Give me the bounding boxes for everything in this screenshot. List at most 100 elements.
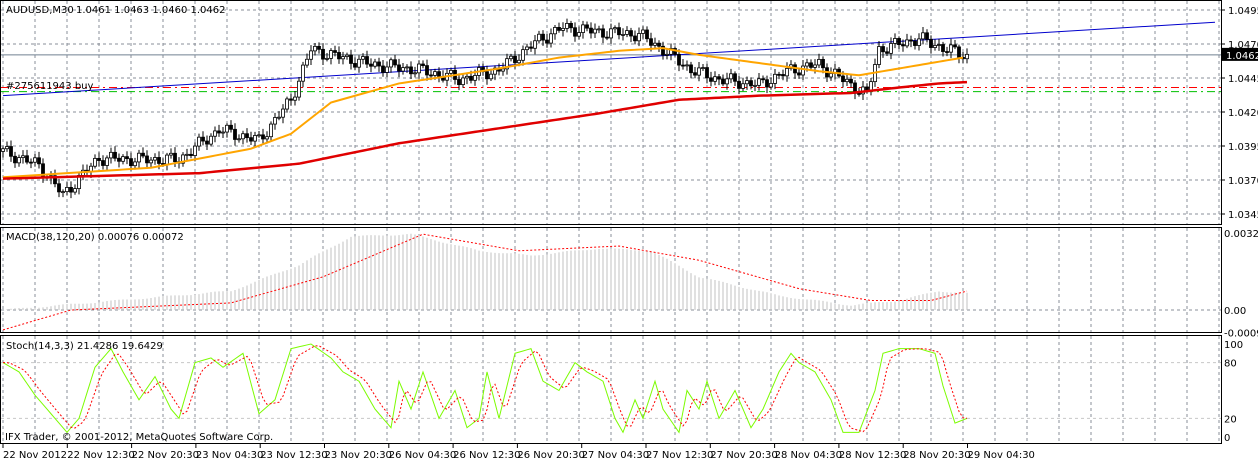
- bid-price-label: 1.0462: [1226, 51, 1258, 62]
- time-tick-label: 28 Nov 20:30: [903, 450, 970, 461]
- candle-body: [393, 59, 397, 66]
- candle-body: [601, 28, 605, 38]
- candle-body: [921, 32, 925, 40]
- stoch-tick-label: 100: [1224, 340, 1243, 351]
- candle-body: [721, 78, 725, 85]
- candle-body: [237, 138, 241, 141]
- candle-body: [293, 96, 297, 101]
- candle-body: [265, 136, 269, 140]
- candle-body: [169, 152, 173, 156]
- candle-body: [885, 51, 889, 54]
- candle-body: [605, 36, 609, 39]
- candle-body: [429, 74, 433, 77]
- candle-body: [145, 155, 149, 164]
- candle-body: [173, 152, 177, 163]
- candle-body: [745, 80, 749, 85]
- price-tick-label: 1.0345: [1228, 210, 1258, 221]
- ohlc-readout: 1.0461 1.0463 1.0460 1.0462: [76, 5, 226, 16]
- candle-body: [893, 38, 897, 44]
- candle-body: [421, 63, 425, 66]
- stochastic-panel[interactable]: [2, 343, 968, 434]
- candle-body: [597, 28, 601, 31]
- candle-body: [137, 152, 141, 163]
- candle-body: [805, 62, 809, 67]
- candle-body: [797, 72, 801, 76]
- time-tick-label: 22 Nov 12:30: [67, 450, 134, 461]
- candle-body: [149, 159, 153, 164]
- candle-body: [21, 155, 25, 158]
- candle-body: [25, 155, 29, 163]
- candle-body: [317, 45, 321, 50]
- candle-body: [593, 28, 597, 34]
- candle-body: [729, 73, 733, 80]
- macd-panel[interactable]: [2, 233, 968, 331]
- candle-body: [409, 66, 413, 75]
- candle-body: [353, 63, 357, 68]
- price-tick-label: 1.0370: [1228, 176, 1258, 187]
- candle-body: [73, 188, 77, 193]
- axes: 1.04951.04701.04451.04201.03951.03701.03…: [2, 6, 1258, 461]
- candle-body: [565, 22, 569, 29]
- candle-body: [725, 78, 729, 85]
- candle-body: [869, 81, 873, 91]
- candle-body: [425, 65, 429, 76]
- candle-body: [649, 38, 653, 46]
- candle-body: [389, 59, 393, 68]
- candle-body: [233, 128, 237, 140]
- candle-body: [585, 24, 589, 29]
- candle-body: [241, 133, 245, 140]
- candle-body: [609, 28, 613, 39]
- candle-body: [849, 78, 853, 84]
- candle-body: [273, 117, 277, 125]
- candle-body: [949, 44, 953, 53]
- candle-body: [93, 157, 97, 167]
- candle-body: [629, 30, 633, 37]
- candle-body: [329, 50, 333, 59]
- candle-body: [785, 67, 789, 77]
- candle-body: [529, 46, 533, 49]
- candle-body: [433, 71, 437, 76]
- time-tick-label: 26 Nov 20:30: [517, 450, 584, 461]
- candle-body: [545, 39, 549, 44]
- candle-body: [17, 157, 21, 164]
- candle-body: [349, 54, 353, 64]
- candle-body: [113, 151, 117, 159]
- candle-body: [337, 52, 341, 60]
- candle-body: [133, 161, 137, 167]
- price-tick-label: 1.0395: [1228, 142, 1258, 153]
- candle-body: [205, 140, 209, 145]
- candle-body: [781, 74, 785, 77]
- time-tick-label: 26 Nov 12:30: [453, 450, 520, 461]
- candle-body: [865, 86, 869, 91]
- candle-body: [877, 46, 881, 65]
- candle-body: [633, 35, 637, 42]
- candle-body: [533, 40, 537, 49]
- candle-body: [157, 157, 161, 164]
- candle-body: [253, 135, 257, 142]
- candle-body: [189, 153, 193, 156]
- stoch-tick-label: 80: [1224, 359, 1237, 370]
- candle-body: [125, 156, 129, 160]
- candle-body: [225, 124, 229, 133]
- candle-body: [165, 154, 169, 165]
- stoch-tick-label: 0: [1224, 433, 1230, 444]
- candle-body: [385, 66, 389, 73]
- stoch-main-line: [2, 343, 968, 434]
- candle-body: [821, 59, 825, 69]
- candle-body: [101, 160, 105, 166]
- candle-body: [653, 42, 657, 46]
- candle-body: [257, 134, 261, 137]
- candle-body: [549, 33, 553, 44]
- candle-body: [737, 80, 741, 89]
- candle-body: [29, 161, 33, 164]
- candle-body: [733, 73, 737, 82]
- candle-body: [361, 56, 365, 60]
- grid: [1, 1, 1221, 443]
- metatrader-chart[interactable]: 1.04951.04701.04451.04201.03951.03701.03…: [0, 0, 1258, 462]
- time-tick-label: 28 Nov 12:30: [839, 450, 906, 461]
- candle-body: [249, 137, 253, 142]
- candle-body: [749, 80, 753, 87]
- candle-body: [701, 67, 705, 69]
- candle-body: [9, 146, 13, 157]
- candle-body: [761, 78, 765, 81]
